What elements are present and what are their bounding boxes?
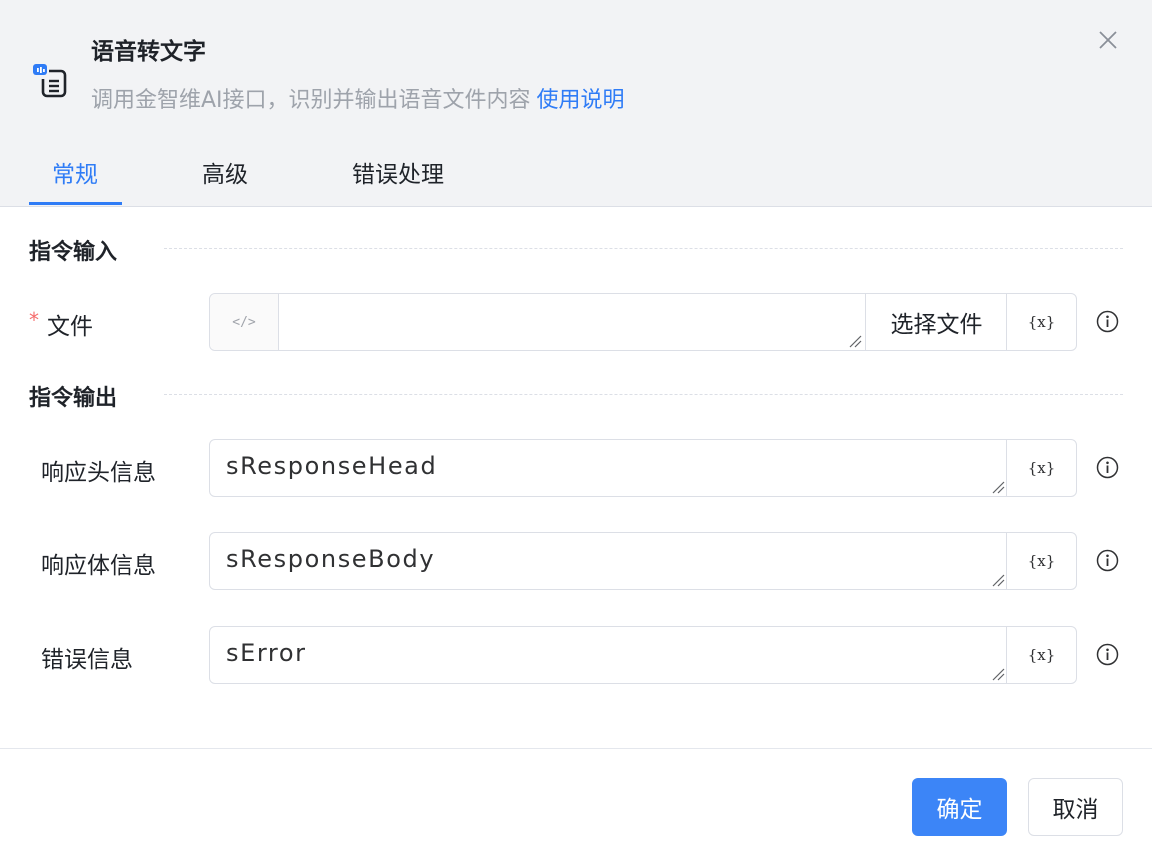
speech-to-text-dialog: 语音转文字 调用金智维AI接口，识别并输出语音文件内容 使用说明 常规 高级 错误… <box>0 0 1152 864</box>
file-label: 文件 <box>47 314 93 340</box>
section-input-title: 指令输入 <box>29 240 118 265</box>
dialog-header: 语音转文字 调用金智维AI接口，识别并输出语音文件内容 使用说明 常规 高级 错误… <box>0 0 1152 207</box>
file-input[interactable]: </> 选择文件 {x} <box>209 293 1077 351</box>
resize-handle-icon[interactable] <box>991 573 1005 587</box>
tab-advanced[interactable]: 高级 <box>202 155 248 189</box>
confirm-button[interactable]: 确定 <box>912 778 1007 836</box>
response-head-value: sResponseHead <box>226 452 438 480</box>
cancel-button[interactable]: 取消 <box>1028 778 1123 836</box>
response-head-label: 响应头信息 <box>41 460 156 486</box>
error-info-value: sError <box>226 639 307 667</box>
tab-error-handling[interactable]: 错误处理 <box>352 155 444 189</box>
response-body-label: 响应体信息 <box>41 553 156 579</box>
dialog-description: 调用金智维AI接口，识别并输出语音文件内容 <box>91 88 531 113</box>
info-icon[interactable] <box>1096 549 1119 572</box>
required-mark: * <box>29 308 39 332</box>
section-input-divider <box>164 248 1123 249</box>
response-body-value: sResponseBody <box>226 545 436 573</box>
close-icon[interactable] <box>1094 26 1122 54</box>
error-info-label: 错误信息 <box>41 647 133 673</box>
resize-handle-icon[interactable] <box>991 480 1005 494</box>
variable-icon[interactable]: {x} <box>1006 294 1076 350</box>
speech-doc-icon <box>33 64 67 98</box>
error-info-input[interactable]: sError {x} <box>209 626 1077 684</box>
tab-general[interactable]: 常规 <box>52 155 98 189</box>
active-tab-indicator <box>29 202 122 205</box>
variable-icon[interactable]: {x} <box>1006 533 1076 589</box>
dialog-title: 语音转文字 <box>91 39 206 65</box>
code-icon[interactable]: </> <box>210 294 279 350</box>
resize-handle-icon[interactable] <box>991 667 1005 681</box>
info-icon[interactable] <box>1096 643 1119 666</box>
select-file-button[interactable]: 选择文件 <box>865 294 1007 350</box>
info-icon[interactable] <box>1096 310 1119 333</box>
response-body-input[interactable]: sResponseBody {x} <box>209 532 1077 590</box>
info-icon[interactable] <box>1096 456 1119 479</box>
variable-icon[interactable]: {x} <box>1006 627 1076 683</box>
footer-divider <box>0 748 1152 749</box>
section-output-divider <box>164 394 1123 395</box>
variable-icon[interactable]: {x} <box>1006 440 1076 496</box>
response-head-input[interactable]: sResponseHead {x} <box>209 439 1077 497</box>
dialog-subtitle: 调用金智维AI接口，识别并输出语音文件内容 使用说明 <box>91 82 625 114</box>
resize-handle-icon[interactable] <box>848 334 862 348</box>
section-output-title: 指令输出 <box>29 386 118 411</box>
help-link[interactable]: 使用说明 <box>537 88 625 113</box>
